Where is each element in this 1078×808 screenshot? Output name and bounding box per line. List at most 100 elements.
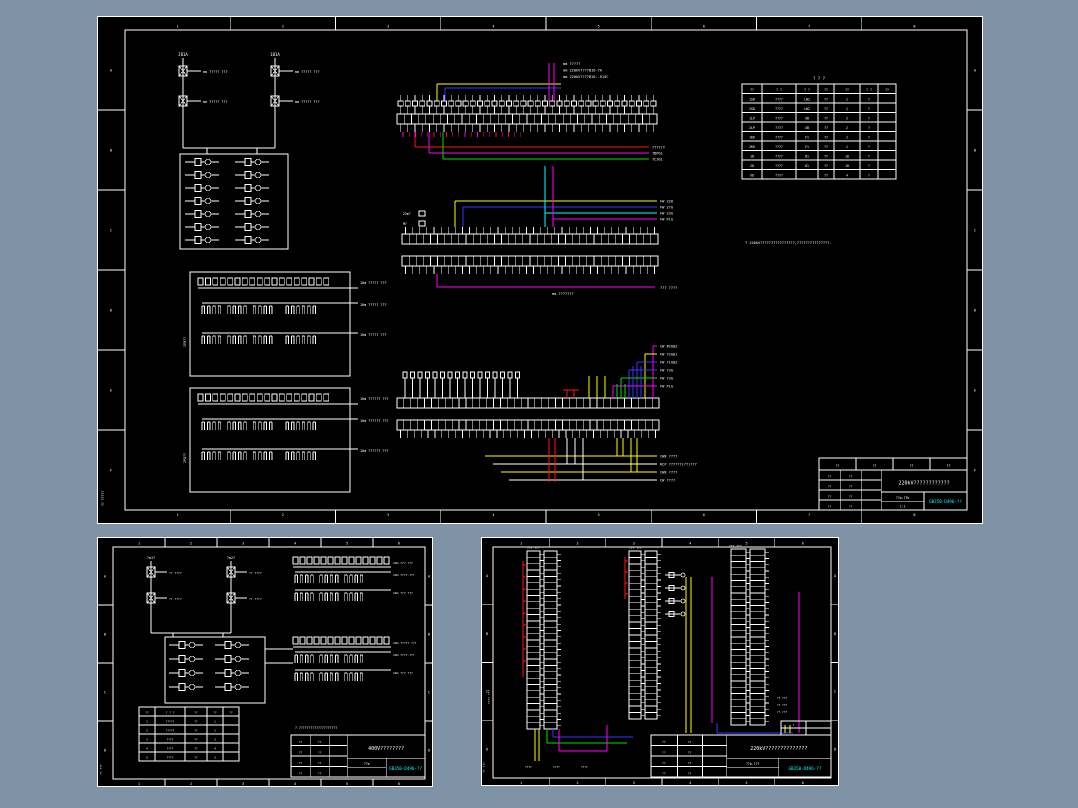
breaker-symbol [235, 171, 269, 179]
label: ???? [167, 738, 174, 742]
label: ???? [581, 765, 588, 769]
label: ?? [824, 155, 828, 159]
connector-row [285, 305, 316, 314]
label: F [110, 468, 112, 472]
label: CW8 ???? [660, 471, 677, 475]
label: ?? [662, 771, 666, 775]
label: 4 [846, 174, 848, 178]
breaker-symbol [235, 210, 269, 218]
label: 4 [689, 781, 691, 785]
label: ?? [824, 145, 828, 149]
label: ?? [824, 174, 828, 178]
label: mm 220kV????B16--915C [563, 75, 608, 79]
label: ? [868, 155, 870, 159]
label: XB [805, 117, 809, 121]
label: 1:1 [900, 505, 906, 509]
label: mm 220kV????B16-?A [563, 69, 603, 73]
label: 10m ????.??? [393, 573, 415, 577]
label: ?? [194, 747, 198, 751]
breaker-symbol [185, 197, 219, 205]
label: LW2 [804, 98, 810, 102]
sheet-400v-schematic: 1 1 2 2 3 3 4 4 5 5 6 6 A A B B C C D D?? ??? ?m1??? ?????? … [97, 537, 433, 787]
vertical-terminal-strip [730, 548, 769, 726]
label: ?? ???? [249, 597, 262, 601]
label: ? ? [866, 88, 872, 92]
label: C [110, 228, 112, 232]
table: ??? ?? ?????? ? ??1SD???? LW2?? 1 ?2SD???? LW… [741, 83, 897, 180]
table: ???????? [818, 457, 968, 471]
label: FW 220 [660, 200, 673, 204]
feeder-breaker-box [179, 153, 289, 250]
label: XB [805, 126, 809, 130]
label: RCP ??????(??)??? [660, 463, 697, 467]
label: 1SD [749, 98, 755, 102]
label: ?? ??? [777, 696, 787, 700]
label: CW ???? [660, 479, 675, 483]
label: ?? [828, 484, 832, 488]
label: 2PD?? [183, 453, 187, 463]
label: ? [868, 164, 870, 168]
label: ?? [213, 711, 217, 715]
label: 3 [242, 782, 244, 786]
connector-row [294, 672, 364, 681]
label: 2 [214, 756, 216, 760]
terminal-strips: 10m ???.??? 10m ????.??? 10m ???.??? 10m ??… [292, 556, 417, 681]
label: D [428, 748, 430, 752]
label: 1 [138, 542, 140, 546]
label: 1LP [749, 117, 755, 121]
label: 1KK [749, 136, 755, 140]
feeder-breaker-box [164, 636, 266, 704]
label: 6 [802, 542, 804, 546]
breaker-symbol [235, 223, 269, 231]
label: ????? [166, 729, 175, 733]
label: ????(T [652, 146, 666, 150]
label: ?? [688, 771, 692, 775]
label: E [974, 388, 976, 392]
label: B [428, 632, 430, 636]
connector-row [285, 335, 316, 344]
label: mm ??????? [552, 292, 574, 296]
label: 2 [190, 782, 192, 786]
label: ?? [194, 738, 198, 742]
label: 10 [845, 164, 849, 168]
label: 400V???????? [368, 746, 404, 752]
label: ???? [167, 756, 174, 760]
label: 2 [282, 25, 284, 29]
label: ?? [688, 750, 692, 754]
label: mm ????? ??? [295, 100, 320, 104]
label: 2 [146, 729, 148, 733]
title-block: ?????????????? ?? 220kV???????????? ??m-??b… [818, 469, 968, 511]
label: 2D [750, 164, 754, 168]
label: 1 [846, 145, 848, 149]
terminal-strip [401, 255, 659, 274]
label: GB350-D496-?? [929, 499, 962, 504]
label: 5 [346, 542, 348, 546]
label: 1D [750, 155, 754, 159]
label: FW ?1G02 [660, 361, 677, 365]
connector-row [285, 421, 316, 430]
connector-row [285, 451, 316, 460]
label: ? [868, 145, 870, 149]
label: mm ????? ??? [203, 70, 228, 74]
label: ?? [828, 504, 832, 508]
label: ?? [836, 464, 840, 468]
label: 1 [520, 781, 522, 785]
terminal-strip [401, 227, 659, 245]
label: F [974, 468, 976, 472]
connector-row [201, 451, 273, 460]
label: CW #2G02 [660, 345, 677, 349]
label: ?? [662, 750, 666, 754]
breaker-symbol [185, 158, 219, 166]
label: ? [868, 98, 870, 102]
strip-3: CW #2G02 FW ?2G01 FW ?1G02 FW ?3G FW ?3G FW P… [396, 345, 697, 483]
breaker-symbol [169, 683, 203, 691]
transformer-symbol [178, 92, 188, 110]
label: F1 [805, 136, 809, 140]
label: ?? [849, 474, 853, 478]
label: ?? [828, 474, 832, 478]
label: B [110, 148, 112, 152]
label: 5 [598, 25, 600, 29]
label: 5 [745, 781, 747, 785]
label: 5 [146, 756, 148, 760]
label: ?? [318, 740, 322, 744]
